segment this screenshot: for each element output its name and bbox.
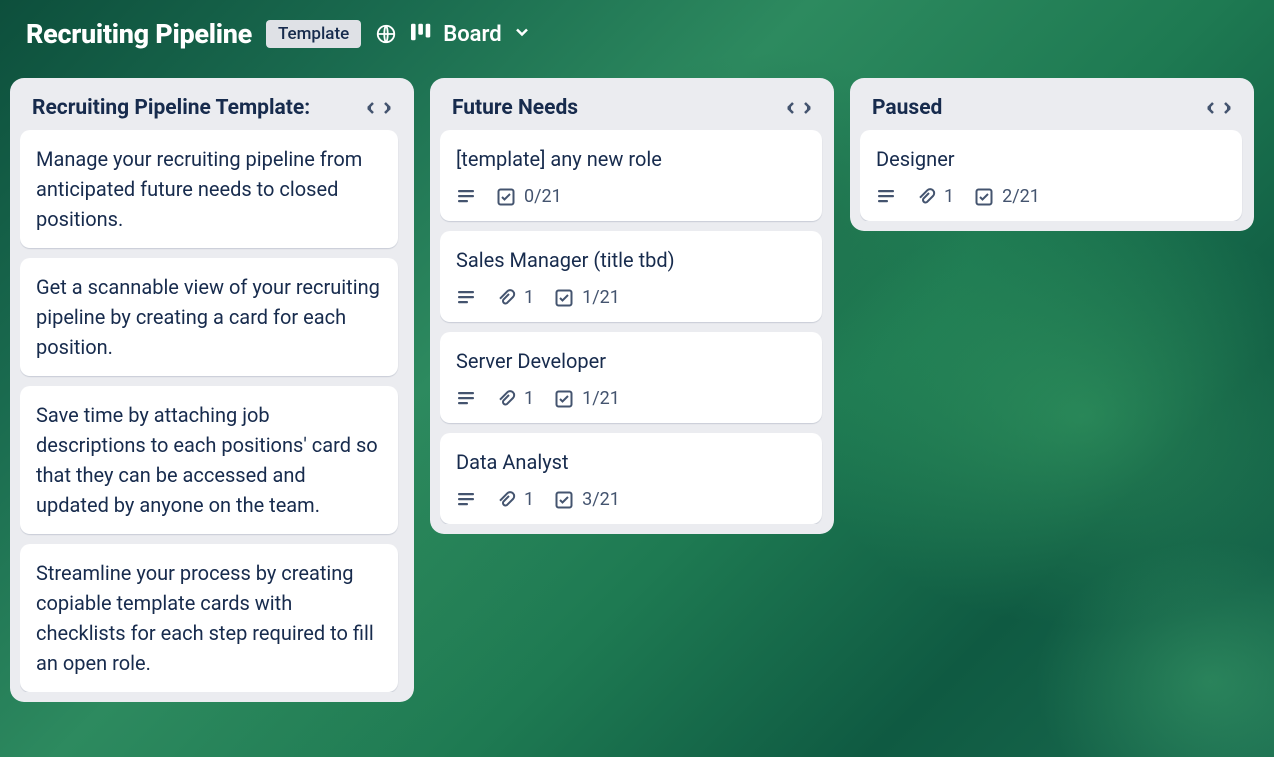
card[interactable]: Designer 1 2/21 xyxy=(860,130,1242,221)
checklist-count: 0/21 xyxy=(524,186,562,207)
list: Future Needs [template] any new role 0/2… xyxy=(430,78,834,534)
card-title: Server Developer xyxy=(456,346,806,376)
card-title: Save time by attaching job descriptions … xyxy=(36,400,382,520)
card[interactable]: Data Analyst 1 3/21 xyxy=(440,433,822,524)
checklist-count: 1/21 xyxy=(582,388,620,409)
card[interactable]: Manage your recruiting pipeline from ant… xyxy=(20,130,398,248)
card[interactable]: Save time by attaching job descriptions … xyxy=(20,386,398,534)
card-title: Sales Manager (title tbd) xyxy=(456,245,806,275)
board-header: Recruiting Pipeline Template Board xyxy=(0,0,1274,60)
description-icon xyxy=(456,389,476,409)
list-header: Recruiting Pipeline Template: xyxy=(20,88,404,130)
card-title: Designer xyxy=(876,144,1226,174)
attachment-count: 1 xyxy=(944,186,954,207)
checklist-badge: 1/21 xyxy=(554,287,620,308)
board-view-icon xyxy=(411,23,433,45)
list-cards: Designer 1 2/21 xyxy=(860,130,1244,221)
template-badge[interactable]: Template xyxy=(266,20,361,48)
checklist-count: 3/21 xyxy=(582,489,620,510)
description-icon xyxy=(456,288,476,308)
collapse-list-icon[interactable] xyxy=(366,99,392,117)
description-icon xyxy=(876,187,896,207)
card-badges: 1 1/21 xyxy=(456,287,806,308)
description-icon xyxy=(456,490,476,510)
card-title: Streamline your process by creating copi… xyxy=(36,558,382,678)
chevron-down-icon xyxy=(512,22,532,46)
attachment-badge: 1 xyxy=(496,489,534,510)
checklist-count: 2/21 xyxy=(1002,186,1040,207)
checklist-badge: 3/21 xyxy=(554,489,620,510)
card[interactable]: Sales Manager (title tbd) 1 1/21 xyxy=(440,231,822,322)
card[interactable]: Get a scannable view of your recruiting … xyxy=(20,258,398,376)
attachment-count: 1 xyxy=(524,287,534,308)
card[interactable]: Server Developer 1 1/21 xyxy=(440,332,822,423)
card-title: Manage your recruiting pipeline from ant… xyxy=(36,144,382,234)
list-title[interactable]: Recruiting Pipeline Template: xyxy=(32,96,310,120)
globe-icon[interactable] xyxy=(375,23,397,45)
card[interactable]: [template] any new role 0/21 xyxy=(440,130,822,221)
card-badges: 1 1/21 xyxy=(456,388,806,409)
checklist-badge: 0/21 xyxy=(496,186,562,207)
list: Recruiting Pipeline Template: Manage you… xyxy=(10,78,414,702)
list-cards: Manage your recruiting pipeline from ant… xyxy=(20,130,404,692)
card-badges: 0/21 xyxy=(456,186,806,207)
collapse-list-icon[interactable] xyxy=(786,99,812,117)
list: Paused Designer 1 2/21 xyxy=(850,78,1254,231)
list-cards: [template] any new role 0/21 Sales Manag… xyxy=(440,130,824,524)
card-title: Get a scannable view of your recruiting … xyxy=(36,272,382,362)
list-title[interactable]: Future Needs xyxy=(452,96,578,120)
attachment-badge: 1 xyxy=(916,186,954,207)
list-header: Paused xyxy=(860,88,1244,130)
board-title[interactable]: Recruiting Pipeline xyxy=(26,18,252,50)
card-title: Data Analyst xyxy=(456,447,806,477)
attachment-count: 1 xyxy=(524,489,534,510)
attachment-badge: 1 xyxy=(496,287,534,308)
view-label: Board xyxy=(443,22,501,47)
board-canvas[interactable]: Recruiting Pipeline Template: Manage you… xyxy=(0,60,1274,747)
card-title: [template] any new role xyxy=(456,144,806,174)
checklist-count: 1/21 xyxy=(582,287,620,308)
collapse-list-icon[interactable] xyxy=(1206,99,1232,117)
attachment-badge: 1 xyxy=(496,388,534,409)
checklist-badge: 1/21 xyxy=(554,388,620,409)
list-title[interactable]: Paused xyxy=(872,96,942,120)
card-badges: 1 3/21 xyxy=(456,489,806,510)
card[interactable]: Streamline your process by creating copi… xyxy=(20,544,398,692)
checklist-badge: 2/21 xyxy=(974,186,1040,207)
list-header: Future Needs xyxy=(440,88,824,130)
card-badges: 1 2/21 xyxy=(876,186,1226,207)
attachment-count: 1 xyxy=(524,388,534,409)
view-selector[interactable]: Board xyxy=(411,22,531,47)
description-icon xyxy=(456,187,476,207)
